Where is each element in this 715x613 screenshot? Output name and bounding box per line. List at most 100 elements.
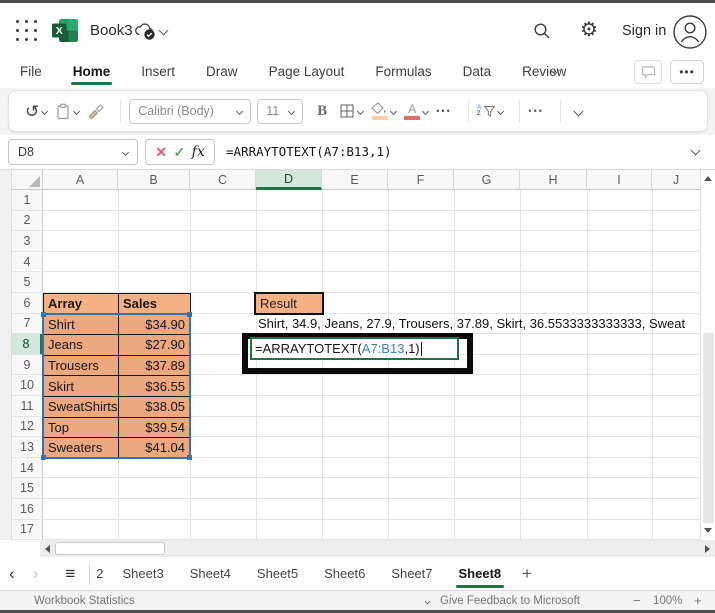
borders-dropdown-icon[interactable] (357, 107, 365, 115)
menu-data[interactable]: Data (461, 58, 494, 85)
menu-formulas[interactable]: Formulas (373, 58, 433, 85)
cell-b9[interactable]: $37.89 (119, 355, 191, 377)
tab-sheet8-active[interactable]: Sheet8 (446, 557, 515, 590)
status-expand-icon[interactable] (424, 598, 431, 605)
name-box[interactable]: D8 (8, 139, 138, 165)
ribbon-more-options-button[interactable]: ••• (670, 60, 704, 84)
row-header-9[interactable]: 9 (12, 354, 43, 376)
font-color-button[interactable]: A (404, 103, 430, 120)
enter-button[interactable]: ✓ (173, 144, 185, 161)
cell-d6-result-header[interactable]: Result (254, 292, 324, 315)
row-header-13[interactable]: 13 (12, 437, 43, 458)
sign-in-button[interactable]: Sign in (622, 23, 666, 39)
format-painter-button[interactable] (87, 103, 104, 119)
saved-to-cloud-icon[interactable] (134, 22, 157, 41)
row-header-8-selected[interactable]: 8 (12, 334, 43, 355)
menu-file[interactable]: File (18, 58, 44, 85)
tab-sheet3[interactable]: Sheet3 (110, 557, 177, 590)
menu-home[interactable]: Home (70, 58, 113, 85)
row-header-11[interactable]: 11 (12, 395, 43, 417)
cell-a7[interactable]: Shirt (44, 314, 119, 336)
next-sheet-icon[interactable]: › (24, 564, 48, 584)
undo-dropdown-icon[interactable] (41, 107, 49, 115)
comments-button[interactable] (634, 60, 662, 84)
tab-sheet4[interactable]: Sheet4 (177, 557, 244, 590)
cell-d7-result-value[interactable]: Shirt, 34.9, Jeans, 27.9, Trousers, 37.8… (258, 314, 700, 334)
cell-a13[interactable]: Sweaters (44, 438, 119, 459)
column-header-b[interactable]: B (118, 170, 190, 190)
row-header-6[interactable]: 6 (12, 292, 43, 314)
column-header-j[interactable]: J (652, 170, 700, 190)
row-header-1[interactable]: 1 (12, 190, 43, 211)
fill-color-dropdown-icon[interactable] (390, 107, 398, 115)
document-title[interactable]: Book3 (90, 22, 133, 39)
sort-filter-button[interactable]: A Z (477, 104, 505, 118)
feedback-link[interactable]: Give Feedback to Microsoft (440, 595, 580, 607)
row-header-4[interactable]: 4 (12, 251, 43, 273)
tab-sheet7[interactable]: Sheet7 (378, 557, 445, 590)
row-header-15[interactable]: 15 (12, 478, 43, 499)
font-group-more-button[interactable]: ••• (436, 106, 451, 116)
scroll-left-icon[interactable] (45, 544, 50, 553)
settings-gear-icon[interactable]: ⚙ (580, 18, 598, 42)
column-header-i[interactable]: I (587, 170, 652, 190)
zoom-out-button[interactable]: − (633, 593, 641, 608)
cell-b13[interactable]: $41.04 (119, 438, 191, 459)
scroll-down-icon[interactable] (704, 528, 712, 533)
column-header-e[interactable]: E (322, 170, 388, 190)
title-dropdown-icon[interactable] (158, 25, 169, 36)
insert-function-button[interactable]: fx (192, 144, 205, 160)
cell-a9[interactable]: Trousers (44, 355, 119, 377)
tab-sheet2-partial[interactable]: 2 (94, 566, 109, 581)
spreadsheet-grid[interactable]: A B C D E F G H I J 1 2 3 4 5 6 7 8 9 10… (0, 170, 715, 541)
column-header-h[interactable]: H (520, 170, 587, 190)
excel-logo-icon[interactable]: X (52, 18, 79, 43)
tab-sheet5[interactable]: Sheet5 (244, 557, 311, 590)
paste-dropdown-icon[interactable] (73, 107, 81, 115)
formula-input[interactable]: =ARRAYTOTEXT(A7:B13,1) (226, 144, 392, 159)
sort-filter-dropdown-icon[interactable] (497, 107, 505, 115)
cell-b11[interactable]: $38.05 (119, 396, 191, 418)
column-header-d-selected[interactable]: D (256, 170, 322, 190)
row-header-3[interactable]: 3 (12, 231, 43, 252)
row-header-5[interactable]: 5 (12, 272, 43, 293)
zoom-level[interactable]: 100% (653, 595, 682, 607)
app-launcher-icon[interactable] (16, 20, 39, 43)
cell-b10[interactable]: $36.55 (119, 376, 191, 397)
add-sheet-icon[interactable]: + (514, 564, 540, 584)
menu-review[interactable]: Review (520, 58, 568, 85)
ribbon-overflow-button[interactable]: ••• (528, 106, 543, 116)
expand-formula-bar-icon[interactable] (690, 145, 701, 156)
cell-a8[interactable]: Jeans (44, 335, 119, 356)
cell-a6[interactable]: Array (44, 294, 119, 315)
font-size-dropdown[interactable]: 11 (257, 98, 304, 124)
all-sheets-menu-icon[interactable]: ≡ (47, 564, 89, 584)
borders-button[interactable] (339, 103, 365, 119)
column-header-a[interactable]: A (43, 170, 118, 190)
undo-button[interactable]: ↺ (25, 103, 49, 120)
tab-sheet6[interactable]: Sheet6 (311, 557, 378, 590)
column-header-c[interactable]: C (190, 170, 256, 190)
horizontal-scrollbar[interactable] (40, 540, 715, 557)
row-header-2[interactable]: 2 (12, 210, 43, 232)
row-header-10[interactable]: 10 (12, 375, 43, 396)
collapse-ribbon-button[interactable] (573, 106, 584, 116)
cell-a10[interactable]: Skirt (44, 376, 119, 397)
horizontal-scroll-thumb[interactable] (55, 542, 165, 555)
zoom-in-button[interactable]: + (694, 593, 702, 608)
fill-color-button[interactable] (371, 102, 398, 120)
column-header-g[interactable]: G (454, 170, 520, 190)
row-header-16[interactable]: 16 (12, 498, 43, 520)
cell-a12[interactable]: Top (44, 417, 119, 439)
account-avatar[interactable] (672, 14, 708, 50)
vertical-scrollbar[interactable] (700, 170, 715, 540)
select-all-corner[interactable] (12, 170, 43, 190)
scroll-right-icon[interactable] (705, 544, 710, 553)
cell-d8-formula-editor[interactable]: =ARRAYTOTEXT(A7:B13,1) (250, 337, 459, 360)
cell-a11[interactable]: SweatShirts (44, 396, 119, 418)
workbook-statistics-button[interactable]: Workbook Statistics (34, 595, 135, 607)
bold-button[interactable]: B (317, 103, 327, 120)
cell-b8[interactable]: $27.90 (119, 335, 191, 356)
menu-draw[interactable]: Draw (204, 58, 240, 85)
row-header-17[interactable]: 17 (12, 519, 43, 541)
